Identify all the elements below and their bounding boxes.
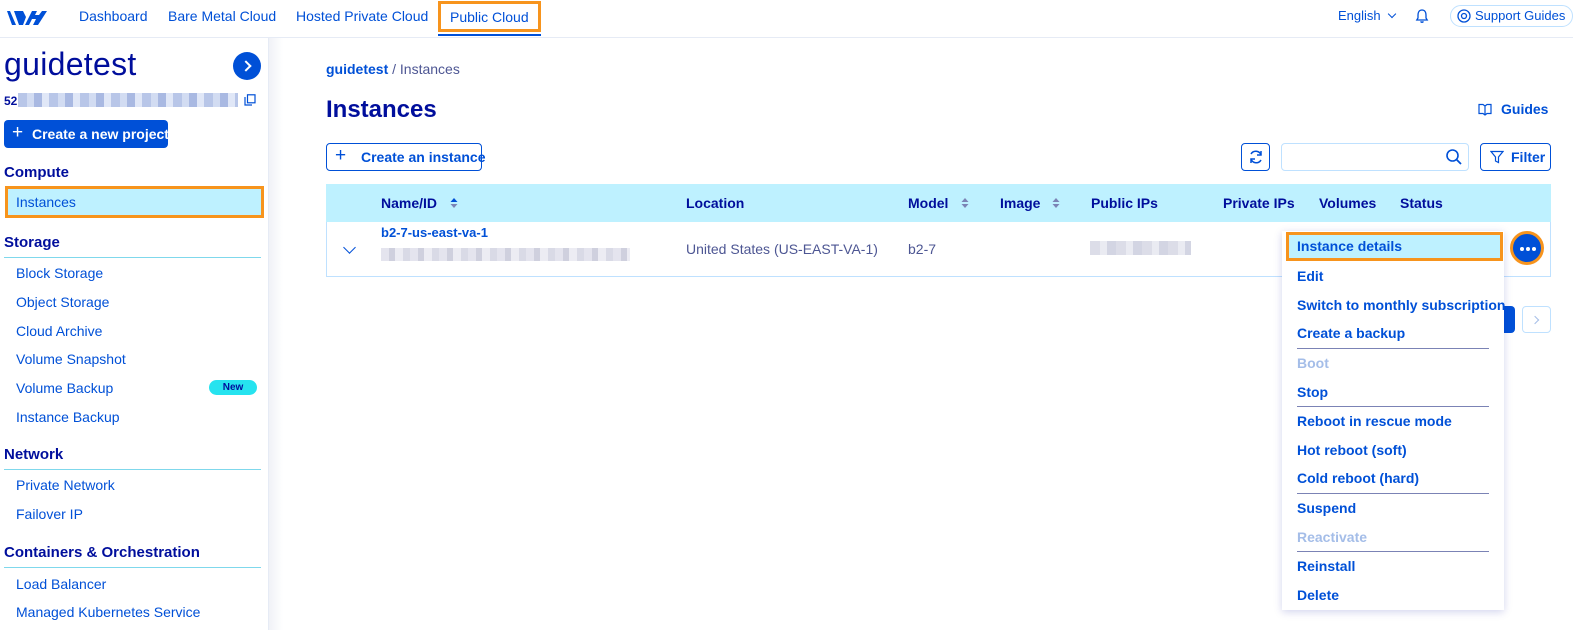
search-input[interactable]	[1281, 143, 1469, 171]
column-header-image[interactable]: Image	[1000, 184, 1040, 222]
sidebar-item-private-network[interactable]: Private Network	[16, 477, 115, 493]
section-divider	[4, 257, 261, 258]
menu-divider	[1297, 406, 1489, 407]
book-icon	[1478, 103, 1492, 116]
language-selector[interactable]: English	[1338, 0, 1396, 32]
section-divider	[4, 567, 261, 568]
refresh-icon	[1250, 150, 1262, 164]
sidebar-item-instance-backup[interactable]: Instance Backup	[16, 409, 120, 425]
new-badge: New	[209, 380, 257, 395]
menu-item-edit[interactable]: Edit	[1297, 268, 1323, 284]
breadcrumb-current: Instances	[399, 61, 460, 77]
project-name: guidetest	[4, 46, 137, 82]
menu-item-stop[interactable]: Stop	[1297, 384, 1328, 400]
breadcrumb: guidetest / Instances	[326, 61, 460, 77]
menu-divider	[1297, 551, 1489, 552]
menu-item-reboot-rescue[interactable]: Reboot in rescue mode	[1297, 413, 1452, 429]
menu-item-switch-monthly[interactable]: Switch to monthly subscription	[1297, 297, 1505, 313]
guides-label: Guides	[1501, 101, 1549, 117]
column-header-location: Location	[686, 195, 745, 211]
nav-dashboard[interactable]: Dashboard	[79, 0, 148, 34]
column-header-public-ips: Public IPs	[1091, 195, 1158, 211]
public-ip-redacted	[1090, 241, 1191, 255]
column-header-model[interactable]: Model	[908, 184, 948, 222]
sidebar-item-managed-kubernetes[interactable]: Managed Kubernetes Service	[16, 604, 200, 620]
nav-public-cloud[interactable]: Public Cloud	[438, 1, 541, 36]
ovh-logo-icon[interactable]	[6, 7, 48, 29]
column-header-private-ips: Private IPs	[1223, 195, 1295, 211]
instance-name-link[interactable]: b2-7-us-east-va-1	[381, 225, 488, 240]
sidebar-item-failover-ip[interactable]: Failover IP	[16, 506, 83, 522]
lifebuoy-icon	[1457, 9, 1471, 23]
instance-id-redacted	[381, 248, 630, 261]
sidebar-item-load-balancer[interactable]: Load Balancer	[16, 576, 106, 592]
create-project-button[interactable]: Create a new project	[4, 119, 169, 148]
menu-item-instance-details[interactable]: Instance details	[1286, 232, 1503, 261]
menu-item-delete[interactable]: Delete	[1297, 587, 1339, 603]
menu-divider	[1297, 493, 1489, 494]
project-id-redacted	[18, 93, 238, 107]
menu-item-suspend[interactable]: Suspend	[1297, 500, 1356, 516]
sidebar-item-volume-snapshot[interactable]: Volume Snapshot	[16, 351, 126, 367]
sort-active-icon[interactable]	[450, 197, 458, 209]
create-instance-button[interactable]: Create an instance	[326, 143, 486, 171]
refresh-button[interactable]	[1241, 143, 1270, 171]
menu-item-create-backup[interactable]: Create a backup	[1297, 325, 1405, 341]
sidebar: guidetest 52 Create a new project Comput…	[0, 38, 269, 630]
menu-item-reactivate: Reactivate	[1297, 529, 1368, 545]
section-network: Network	[4, 446, 64, 463]
bell-icon[interactable]	[1414, 8, 1430, 24]
support-guides-label: Support Guides	[1475, 8, 1566, 23]
section-divider	[4, 469, 261, 470]
instance-actions-menu: Instance details Edit Switch to monthly …	[1282, 231, 1505, 610]
filter-label: Filter	[1511, 149, 1546, 165]
filter-icon	[1490, 150, 1504, 164]
language-label: English	[1338, 8, 1381, 23]
section-containers: Containers & Orchestration	[4, 544, 200, 561]
sort-icon[interactable]	[961, 197, 969, 209]
sidebar-item-cloud-archive[interactable]: Cloud Archive	[16, 323, 102, 339]
nav-hosted-private-cloud[interactable]: Hosted Private Cloud	[296, 0, 428, 34]
breadcrumb-separator: /	[392, 61, 397, 77]
menu-item-reinstall[interactable]: Reinstall	[1297, 558, 1355, 574]
copy-icon[interactable]	[244, 94, 256, 106]
instance-model: b2-7	[908, 241, 937, 257]
sidebar-shadow	[269, 38, 283, 630]
project-id: 52	[4, 94, 18, 108]
column-header-volumes: Volumes	[1319, 195, 1377, 211]
filter-button[interactable]: Filter	[1480, 143, 1551, 171]
section-compute: Compute	[4, 164, 69, 181]
menu-divider	[1297, 348, 1489, 349]
column-header-name[interactable]: Name/ID	[381, 184, 437, 222]
menu-item-boot: Boot	[1297, 355, 1329, 371]
nav-bare-metal-cloud[interactable]: Bare Metal Cloud	[168, 0, 276, 34]
sidebar-item-instances[interactable]: Instances	[5, 186, 264, 218]
menu-item-cold-reboot[interactable]: Cold reboot (hard)	[1297, 470, 1419, 486]
sidebar-item-volume-backup[interactable]: Volume Backup	[16, 380, 113, 396]
sort-icon[interactable]	[1052, 197, 1060, 209]
page-title: Instances	[326, 96, 437, 123]
support-guides-button[interactable]: Support Guides	[1450, 5, 1573, 27]
chevron-down-icon	[1387, 9, 1396, 19]
top-navigation: Dashboard Bare Metal Cloud Hosted Privat…	[0, 0, 1573, 38]
guides-link[interactable]: Guides	[1478, 101, 1548, 117]
search-icon[interactable]	[1445, 148, 1463, 166]
breadcrumb-project-link[interactable]: guidetest	[326, 61, 388, 77]
column-header-status: Status	[1400, 195, 1443, 211]
project-switch-button[interactable]	[233, 52, 261, 80]
pagination-next-button[interactable]	[1522, 306, 1551, 333]
sidebar-item-block-storage[interactable]: Block Storage	[16, 265, 103, 281]
instance-location: United States (US-EAST-VA-1)	[686, 241, 878, 257]
menu-item-hot-reboot[interactable]: Hot reboot (soft)	[1297, 442, 1407, 458]
more-actions-button[interactable]	[1510, 231, 1544, 265]
section-storage: Storage	[4, 234, 60, 251]
sidebar-item-object-storage[interactable]: Object Storage	[16, 294, 109, 310]
